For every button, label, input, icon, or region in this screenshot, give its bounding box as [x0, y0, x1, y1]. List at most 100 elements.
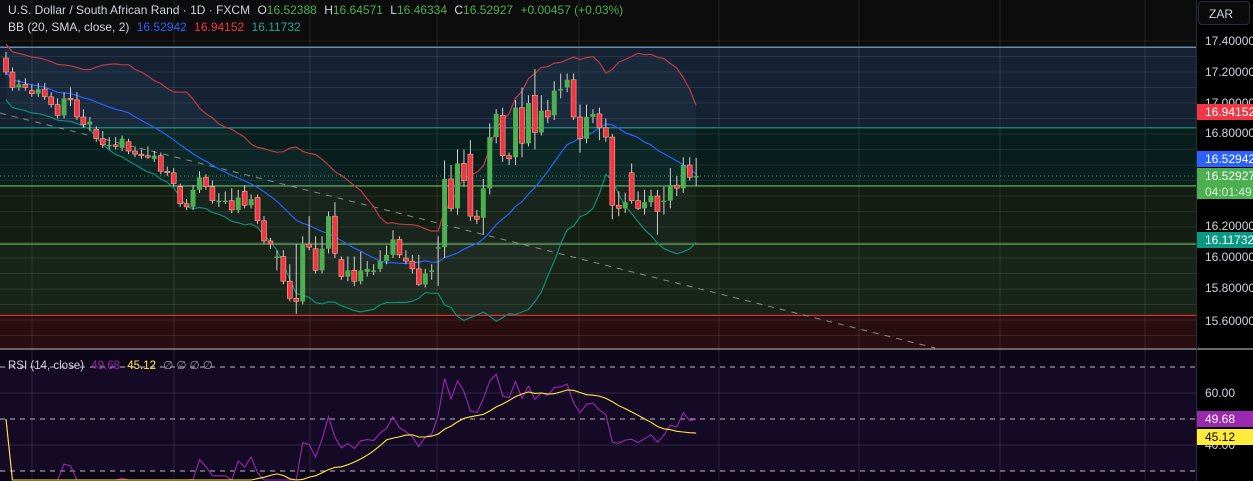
chart-canvas[interactable]	[0, 0, 1253, 481]
candle-body	[648, 196, 654, 203]
candle-body	[293, 297, 300, 302]
rsi-label[interactable]: RSI (14, close)	[8, 360, 84, 372]
candle-body	[197, 177, 202, 190]
candle-body	[448, 178, 454, 209]
price-tick: 16.20000	[1205, 219, 1253, 233]
close-label: C	[454, 3, 464, 17]
bar-countdown: 04:01:49	[1205, 185, 1252, 199]
candle-body	[493, 113, 499, 138]
candle-body	[564, 79, 570, 88]
rsi-legend: RSI (14, close) 49.68 45.12 ∅ ∅ ∅ ∅	[8, 358, 217, 372]
rsi-value: 49.68	[91, 360, 121, 372]
candle-body	[306, 243, 312, 248]
candle-body	[67, 98, 74, 101]
candle-body	[673, 184, 680, 189]
candle-body	[183, 203, 190, 208]
candle-body	[442, 178, 448, 248]
bb-label[interactable]: BB (20, SMA, close, 2)	[8, 20, 129, 34]
candle-body	[693, 175, 699, 178]
candle-body	[538, 110, 544, 133]
candle-body	[499, 115, 506, 157]
price-tick: 17.20000	[1205, 65, 1253, 79]
candle-body	[80, 116, 87, 125]
candle-body	[525, 103, 531, 144]
candle-body	[132, 150, 138, 155]
candle-body	[345, 270, 351, 277]
close-value: 16.52927	[463, 3, 514, 17]
candle-body	[164, 170, 171, 174]
candle-body	[422, 273, 428, 285]
candle-body	[686, 164, 693, 178]
bb-lower-tag: 16.11732	[1197, 232, 1253, 248]
candle-body	[551, 90, 557, 116]
candle-body	[54, 104, 61, 116]
candle-body	[577, 116, 583, 139]
rsi-tick: 60.00	[1205, 386, 1236, 400]
candle-body	[338, 259, 345, 277]
candle-body	[584, 116, 589, 139]
candle-body	[35, 89, 41, 94]
bb-legend: BB (20, SMA, close, 2) 16.52942 16.94152…	[8, 20, 305, 34]
candle-body	[326, 216, 331, 249]
candle-body	[596, 113, 603, 129]
candle-body	[680, 165, 686, 189]
candle-body	[216, 200, 222, 203]
candle-body	[332, 215, 338, 254]
candle-body	[467, 153, 474, 217]
candle-body	[654, 195, 661, 212]
candle-body	[74, 99, 80, 118]
bb-basis-value: 16.52942	[136, 20, 187, 34]
candle-body	[570, 79, 577, 118]
candle-body	[41, 88, 48, 98]
high-label: H	[324, 3, 333, 17]
candle-body	[474, 215, 480, 220]
candle-body	[158, 155, 164, 172]
candle-body	[235, 197, 241, 210]
candle-body	[267, 240, 274, 245]
candle-body	[558, 89, 564, 91]
candle-body	[461, 163, 467, 181]
candle-body	[358, 270, 364, 282]
candle-body	[667, 185, 673, 201]
candle-body	[371, 270, 377, 272]
candle-body	[222, 200, 228, 203]
price-tick: 15.60000	[1205, 314, 1253, 328]
candle-body	[119, 138, 125, 148]
candle-body	[190, 189, 196, 207]
candle-body	[228, 200, 235, 211]
high-value: 16.64571	[332, 3, 383, 17]
candle-body	[532, 94, 538, 133]
candle-body	[351, 270, 358, 282]
candle-body	[112, 144, 119, 147]
candle-body	[28, 90, 35, 94]
candle-body	[455, 163, 460, 209]
low-label: L	[390, 3, 397, 17]
candle-body	[177, 186, 183, 205]
bb-basis-tag: 16.52942	[1197, 151, 1253, 167]
candle-body	[286, 280, 293, 299]
last-price-tag: 16.52927 04:01:49	[1197, 168, 1253, 199]
candle-body	[280, 256, 287, 282]
candle-body	[106, 144, 112, 147]
low-value: 16.46334	[396, 3, 448, 17]
candle-body	[544, 110, 551, 118]
symbol-title[interactable]: U.S. Dollar / South African Rand · 1D · …	[8, 3, 250, 17]
candle-body	[274, 256, 280, 258]
candle-body	[364, 268, 370, 272]
candle-body	[87, 121, 93, 125]
rsi-extra-values: ∅ ∅ ∅ ∅	[163, 360, 213, 372]
candle-body	[487, 137, 493, 189]
candle-body	[661, 200, 667, 203]
candle-body	[61, 98, 67, 116]
candle-body	[390, 239, 396, 255]
candle-body	[261, 220, 267, 242]
candle-body	[254, 197, 261, 222]
candle-body	[170, 172, 177, 184]
candle-body	[615, 205, 622, 209]
currency-button[interactable]: ZAR	[1198, 1, 1250, 25]
bb-lower-value: 16.11732	[251, 20, 301, 34]
rsi-ma-tag: 45.12	[1197, 429, 1253, 445]
candle-body	[480, 188, 486, 218]
candle-body	[125, 141, 132, 152]
candle-body	[319, 248, 325, 271]
